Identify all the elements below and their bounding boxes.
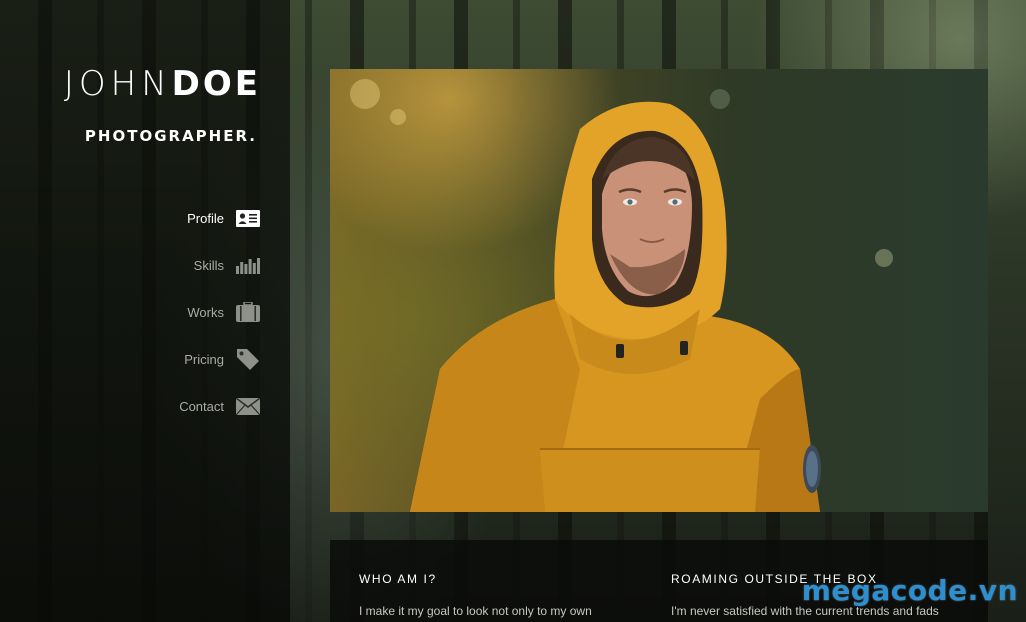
nav-item-label: Contact	[179, 398, 224, 414]
logo-first-name: JOHN	[63, 64, 172, 104]
logo-last-name: DOE	[171, 64, 261, 104]
nav-item-contact[interactable]: Contact	[179, 393, 260, 419]
nav-item-profile[interactable]: Profile	[179, 205, 260, 231]
price-tag-icon	[236, 348, 260, 370]
briefcase-icon	[236, 301, 260, 323]
photographer-portrait	[410, 101, 821, 512]
hero-photo	[330, 69, 988, 512]
nav-item-label: Pricing	[184, 351, 224, 367]
section-heading: WHO AM I?	[359, 572, 437, 586]
nav-item-label: Profile	[187, 210, 224, 226]
main-nav: Profile Skills Works Pricing Contact	[179, 205, 260, 440]
site-logo[interactable]: JOHNDOE	[64, 62, 261, 104]
section-text: I make it my goal to look not only to my…	[359, 604, 592, 618]
nav-item-skills[interactable]: Skills	[179, 252, 260, 278]
nav-item-label: Works	[187, 304, 224, 320]
sidebar: JOHNDOE PHOTOGRAPHER. Profile Skills Wor…	[0, 0, 290, 622]
nav-item-label: Skills	[193, 257, 224, 273]
watermark: megacode.vn	[801, 574, 1018, 607]
profile-card-icon	[236, 207, 260, 229]
tagline: PHOTOGRAPHER.	[84, 127, 257, 145]
nav-item-works[interactable]: Works	[179, 299, 260, 325]
bar-chart-icon	[236, 254, 260, 276]
nav-item-pricing[interactable]: Pricing	[179, 346, 260, 372]
envelope-icon	[236, 395, 260, 417]
